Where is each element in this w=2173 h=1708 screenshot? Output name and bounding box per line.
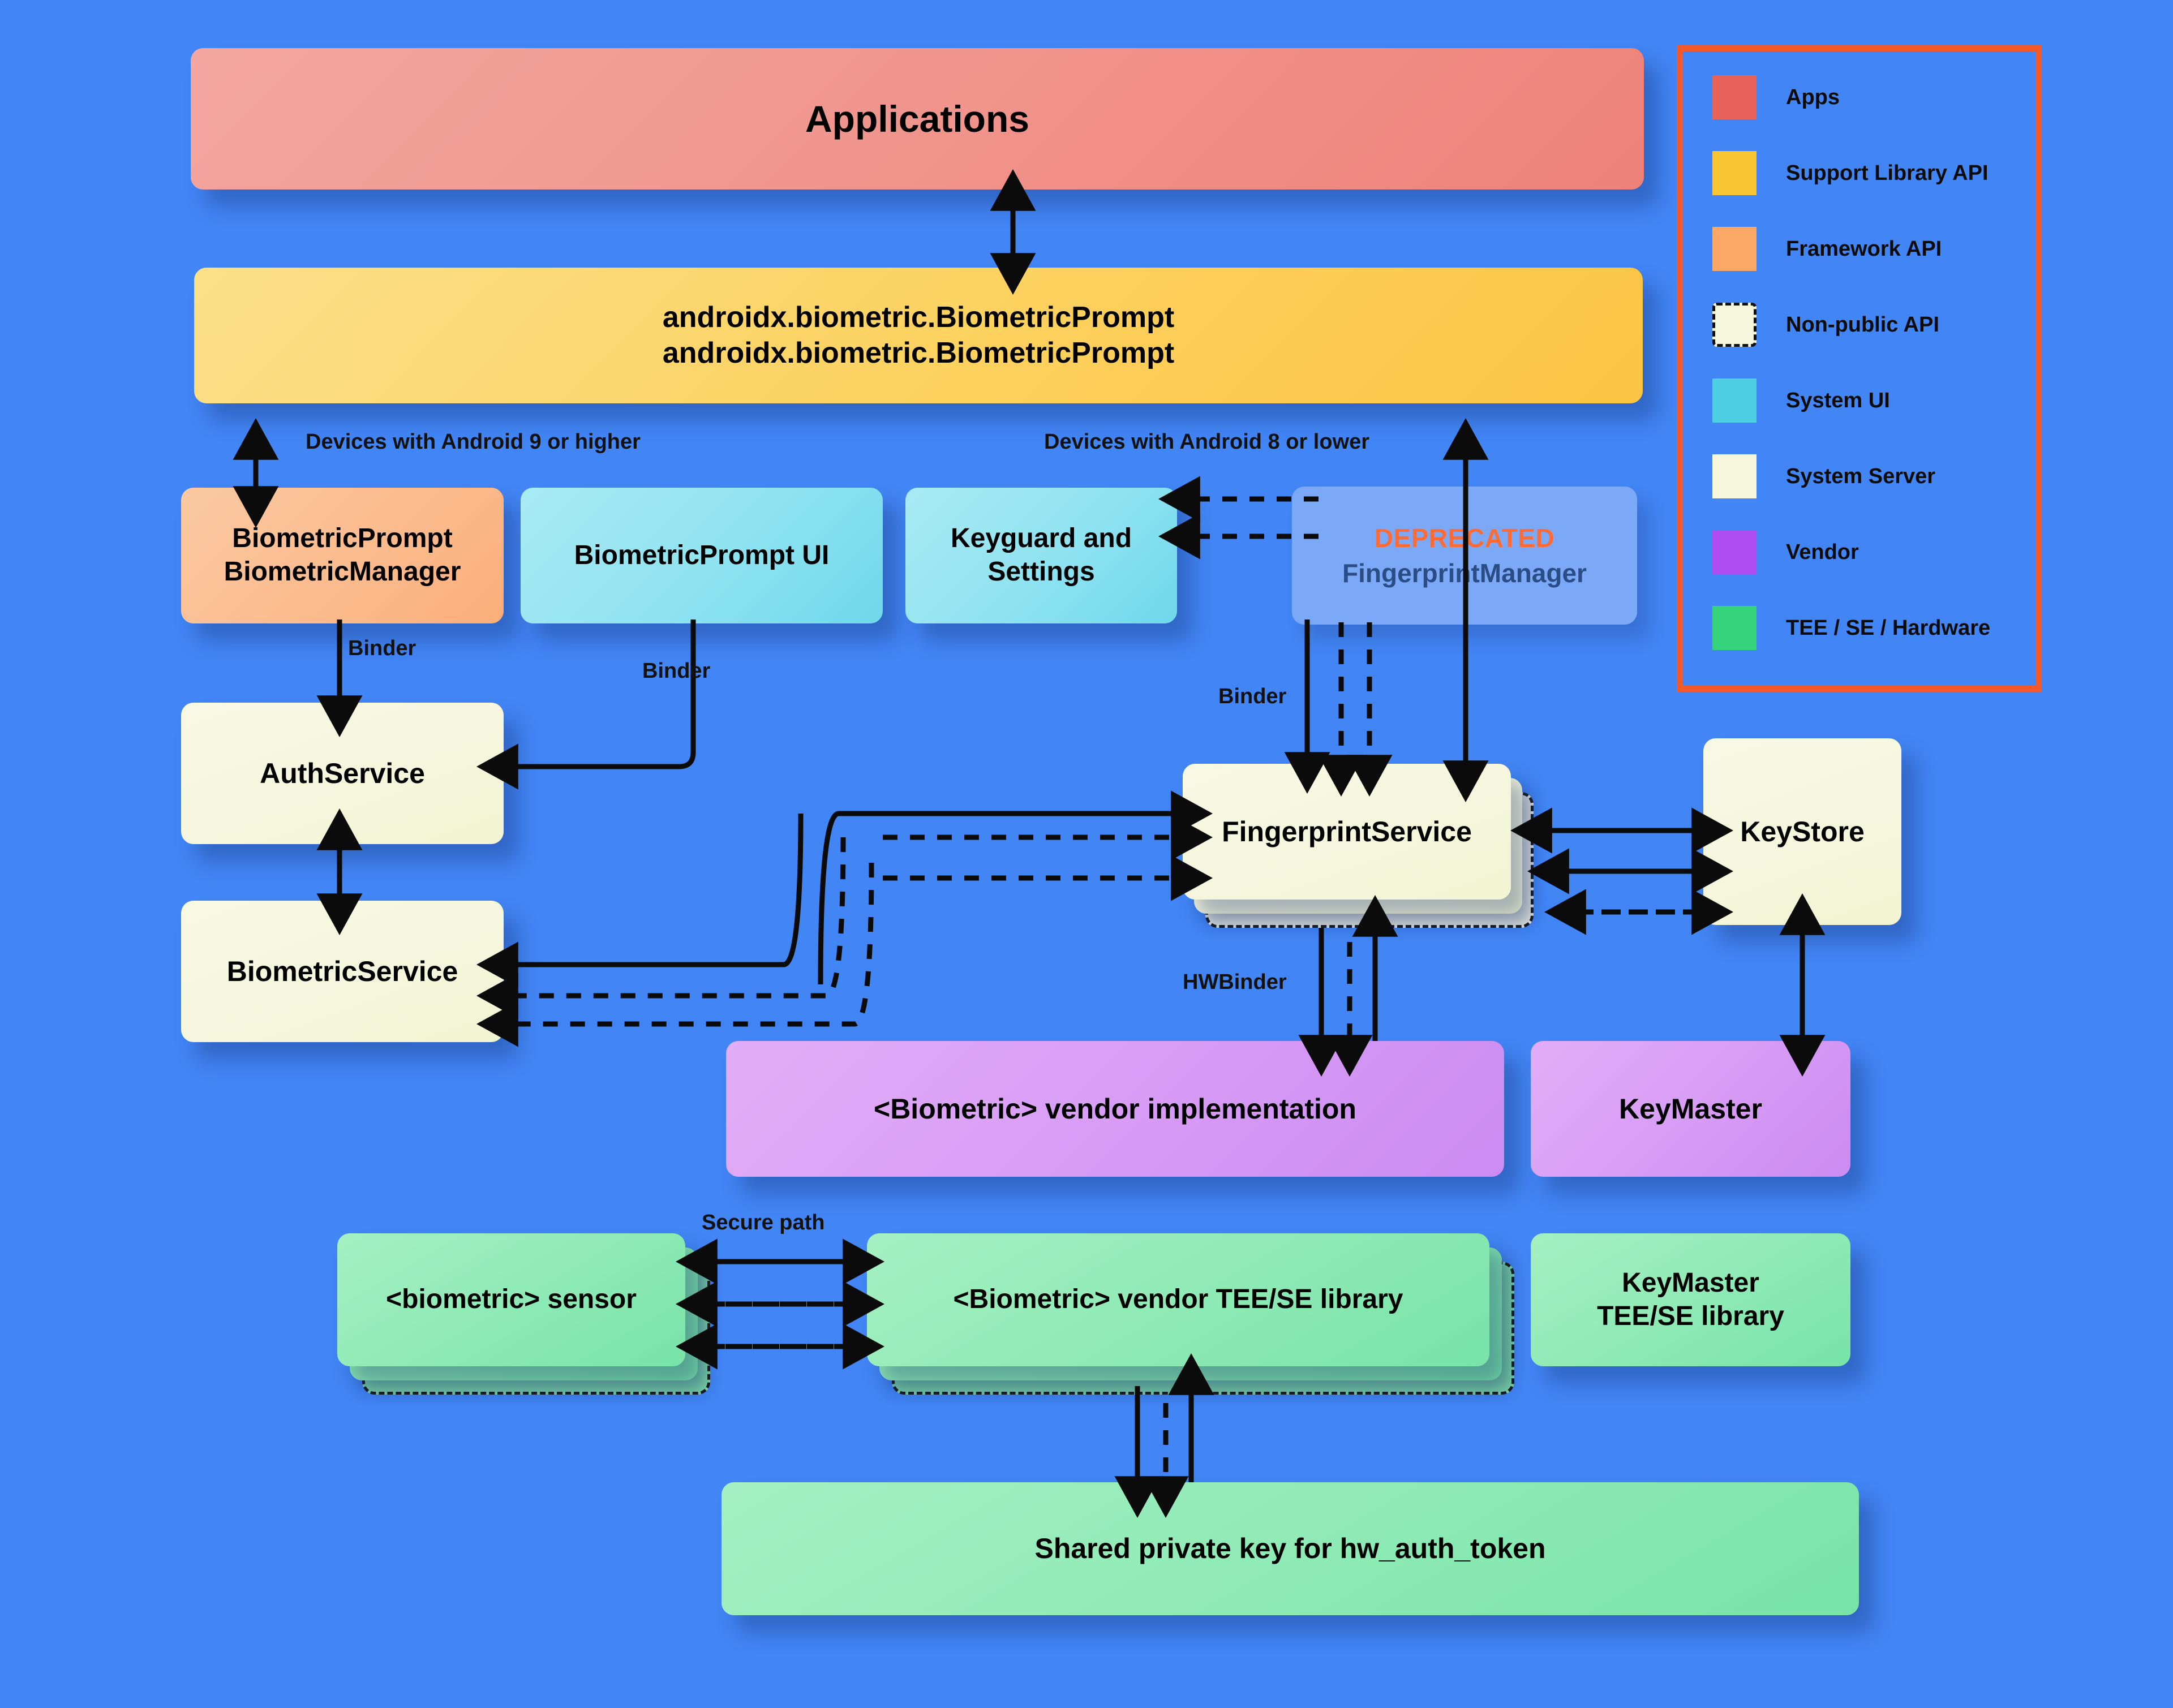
support-api-line2: androidx.biometric.BiometricPrompt [662,337,1175,369]
node-keymaster[interactable]: KeyMaster [1531,1041,1850,1177]
vendor-tee-library-label: <Biometric> vendor TEE/SE library [953,1284,1403,1315]
node-biometric-sensor[interactable]: <biometric> sensor [337,1233,685,1366]
legend-swatch [1712,378,1757,423]
legend-label: System Server [1786,464,1936,488]
node-auth-service[interactable]: AuthService [181,703,504,844]
legend-swatch [1712,75,1757,119]
edge-label-android8: Devices with Android 8 or lower [1044,430,1370,454]
legend-label: Support Library API [1786,161,1989,185]
legend-item: System Server [1712,454,1935,498]
legend-swatch [1712,151,1757,195]
edge-label-binder-auth: Binder [348,636,416,660]
node-biometric-prompt-ui[interactable]: BiometricPrompt UI [521,488,883,623]
biometric-prompt-ui-label: BiometricPrompt UI [574,540,830,570]
diagram-canvas: Applications androidx.biometric.Biometri… [0,0,2173,1708]
legend-item: TEE / SE / Hardware [1712,606,1990,650]
biometric-manager-label: BiometricManager [224,557,461,587]
node-support-library-api[interactable]: androidx.biometric.BiometricPrompt andro… [194,268,1643,403]
legend-swatch [1712,303,1757,347]
keystore-label: KeyStore [1740,815,1865,847]
node-keymaster-tee-library[interactable]: KeyMaster TEE/SE library [1531,1233,1850,1366]
legend-item: Framework API [1712,227,1942,271]
legend-item: Support Library API [1712,151,1989,195]
deprecated-badge: DEPRECATED [1374,523,1555,553]
biometric-prompt-label: BiometricPrompt [232,523,453,554]
edge-label-hwbinder: HWBinder [1183,970,1287,994]
node-biometric-prompt-manager[interactable]: BiometricPrompt BiometricManager [181,488,504,623]
applications-label: Applications [805,97,1030,140]
fingerprint-service-label: FingerprintService [1222,815,1472,847]
legend-panel: Apps Support Library API Framework API Non-… [1677,45,2042,692]
node-shared-private-key[interactable]: Shared private key for hw_auth_token [722,1482,1859,1615]
edge-label-android9: Devices with Android 9 or higher [306,430,641,454]
node-fingerprint-manager-deprecated[interactable]: DEPRECATED FingerprintManager [1292,487,1637,625]
support-api-line1: androidx.biometric.BiometricPrompt [662,300,1175,334]
shared-private-key-label: Shared private key for hw_auth_token [1034,1533,1546,1564]
legend-swatch [1712,530,1757,574]
node-biometric-service[interactable]: BiometricService [181,901,504,1042]
keyguard-line1: Keyguard and [950,523,1132,554]
keymaster-tee-line2: TEE/SE library [1597,1301,1784,1331]
fingerprint-manager-label: FingerprintManager [1342,558,1587,588]
biometric-service-label: BiometricService [226,955,458,987]
edge-label-binder-ui: Binder [642,659,711,683]
legend-label: Vendor [1786,540,1859,564]
node-keyguard-settings[interactable]: Keyguard and Settings [905,488,1177,623]
legend-label: Framework API [1786,236,1942,261]
legend-label: Non-public API [1786,312,1939,337]
legend-item: Non-public API [1712,303,1939,347]
legend-item: Apps [1712,75,1840,119]
node-fingerprint-service[interactable]: FingerprintService [1183,764,1511,900]
keymaster-tee-line1: KeyMaster [1622,1267,1759,1298]
node-keystore[interactable]: KeyStore [1703,738,1901,925]
legend-label: System UI [1786,388,1890,412]
auth-service-label: AuthService [260,757,425,789]
legend-label: Apps [1786,85,1840,109]
edge-label-secure-path: Secure path [702,1211,825,1234]
keyguard-line2: Settings [987,557,1095,587]
node-vendor-tee-library[interactable]: <Biometric> vendor TEE/SE library [867,1233,1489,1366]
legend-label: TEE / SE / Hardware [1786,616,1991,640]
legend-swatch [1712,454,1757,498]
node-vendor-implementation[interactable]: <Biometric> vendor implementation [726,1041,1504,1177]
node-applications[interactable]: Applications [191,48,1644,190]
legend-item: Vendor [1712,530,1859,574]
legend-item: System UI [1712,378,1890,423]
legend-swatch [1712,227,1757,271]
edge-label-binder-fingerprint: Binder [1218,685,1287,708]
keymaster-label: KeyMaster [1619,1092,1762,1125]
legend-swatch [1712,606,1757,650]
vendor-implementation-label: <Biometric> vendor implementation [874,1092,1356,1125]
biometric-sensor-label: <biometric> sensor [386,1284,637,1315]
